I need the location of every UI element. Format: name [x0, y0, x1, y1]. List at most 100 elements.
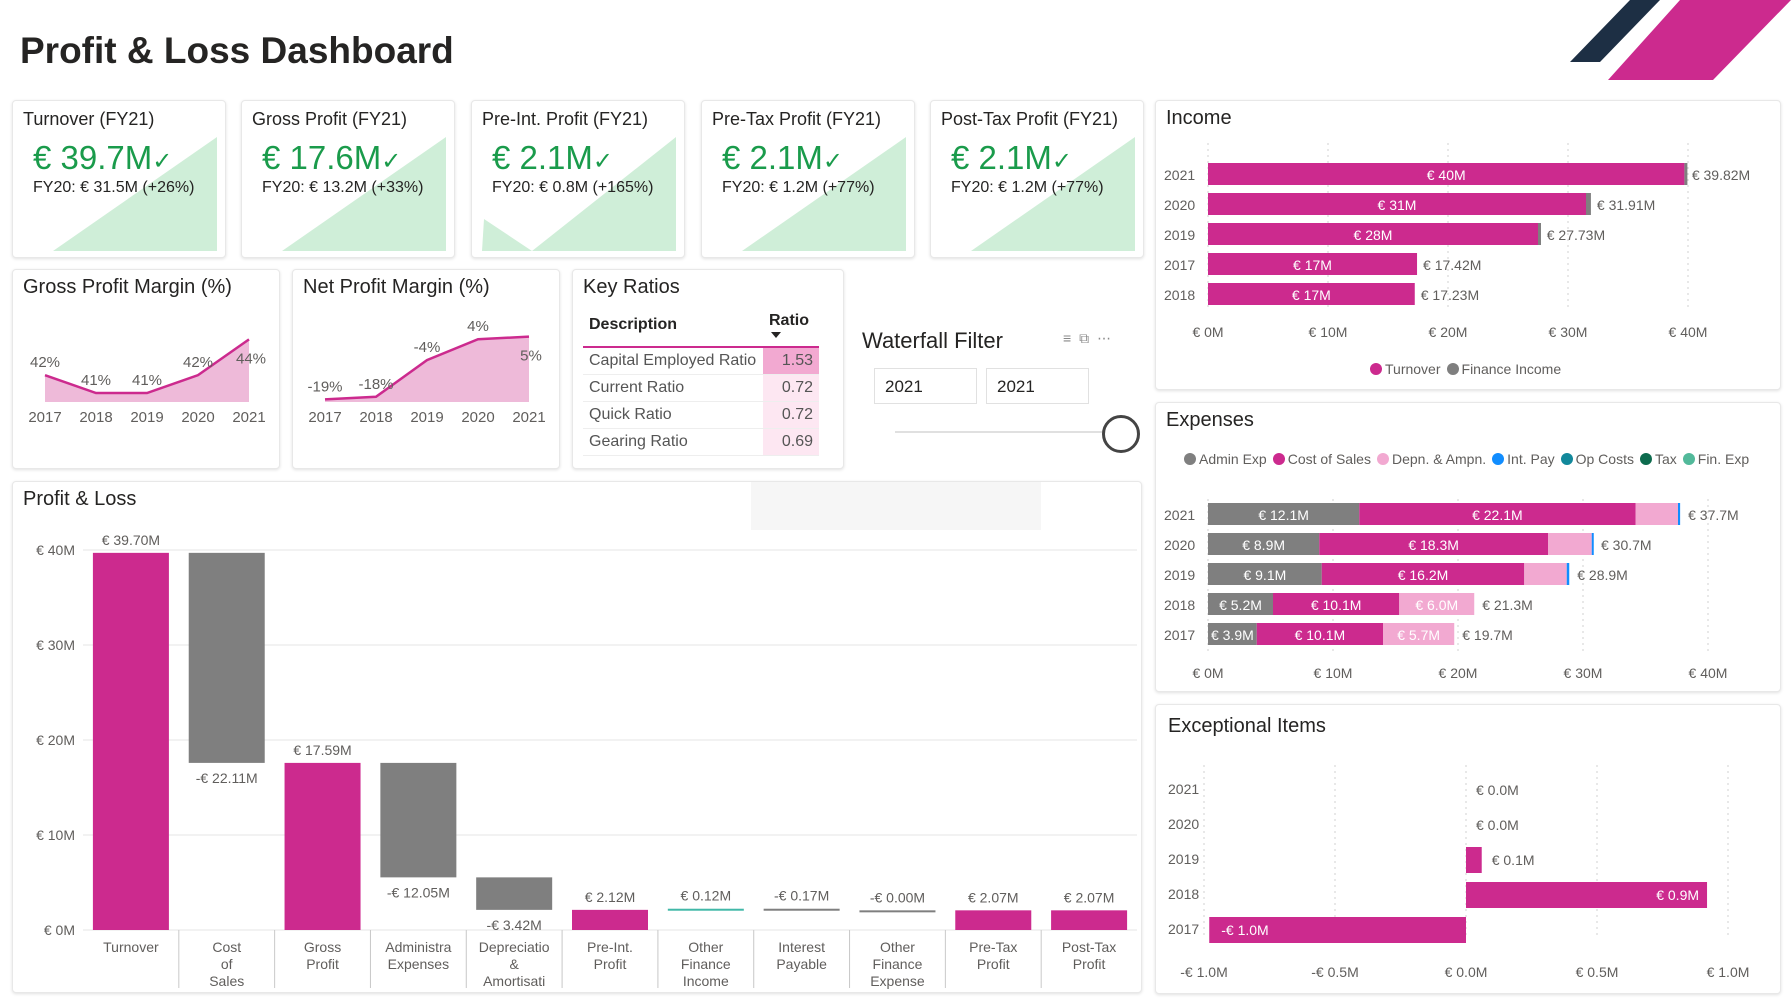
waterfall-bar[interactable]	[955, 910, 1032, 930]
expenses-card[interactable]: Expenses Admin Exp Cost of Sales Depn. & A…	[1155, 402, 1781, 692]
x-tick-label: € 0M	[1192, 665, 1223, 681]
expense-bar-label: € 9.1M	[1243, 567, 1286, 583]
checkmark-icon: ✓	[822, 148, 843, 175]
legend-label: Turnover	[1385, 361, 1441, 377]
waterfall-bar[interactable]	[572, 909, 648, 930]
exceptional-card[interactable]: Exceptional Items -€ 1.0M -€ 0.5M € 0.0M € …	[1155, 704, 1781, 994]
waterfall-bar[interactable]	[859, 910, 936, 913]
y-category-label: 2019	[1164, 227, 1195, 243]
kpi-card[interactable]: Pre-Tax Profit (FY21) € 2.1M✓ FY20: € 1.…	[701, 100, 915, 258]
col-ratio-header[interactable]: Ratio	[763, 308, 819, 348]
waterfall-from-input[interactable]: 2021	[874, 368, 977, 404]
x-category-label: Expense	[870, 973, 925, 989]
x-category-label: Amortisati	[483, 973, 545, 989]
exceptional-bar-label: -€ 1.0M	[1221, 922, 1268, 938]
ratio-row[interactable]: Quick Ratio 0.72	[583, 401, 819, 429]
margin-data-label: 5%	[520, 348, 542, 365]
income-bar-finance[interactable]	[1538, 223, 1541, 245]
waterfall-bar[interactable]	[476, 877, 553, 910]
profit-loss-card[interactable]: Profit & Loss € 0M € 10M € 20M € 30M € 40M € …	[12, 481, 1142, 993]
x-category-label: of	[221, 956, 233, 972]
net-margin-card[interactable]: Net Profit Margin (%) -19% 2017 -18% 2018 -4…	[292, 269, 560, 469]
income-card[interactable]: Income € 0M € 10M € 20M € 30M € 40M 2021 € 40M…	[1155, 100, 1781, 390]
income-total-label: € 39.82M	[1692, 167, 1750, 183]
x-category-label: Other	[688, 939, 723, 955]
kpi-card[interactable]: Post-Tax Profit (FY21) € 2.1M✓ FY20: € 1…	[930, 100, 1144, 258]
waterfall-bar[interactable]	[380, 762, 457, 878]
expense-bar-depreciation[interactable]	[1635, 503, 1679, 525]
waterfall-bar[interactable]	[1051, 910, 1128, 930]
col-description-header[interactable]: Description	[583, 308, 763, 348]
x-category-label: Post-Tax	[1062, 939, 1116, 955]
y-tick-label: € 0M	[44, 922, 75, 938]
expense-bar-label: € 10.1M	[1295, 627, 1346, 643]
expense-bar-label: € 22.1M	[1472, 507, 1523, 523]
x-tick-label: € 20M	[1429, 324, 1468, 340]
x-category-label: Finance	[873, 956, 923, 972]
y-category-label: 2019	[1168, 851, 1199, 867]
expense-bar-interest[interactable]	[1678, 503, 1681, 525]
more-options-icon[interactable]: ⋯	[1097, 330, 1119, 346]
waterfall-slider-track[interactable]	[895, 431, 1105, 433]
checkmark-icon: ✓	[381, 148, 402, 175]
y-category-label: 2020	[1164, 197, 1195, 213]
margin-data-label: 41%	[132, 372, 162, 389]
col-ratio-label: Ratio	[769, 312, 809, 329]
y-category-label: 2020	[1164, 537, 1195, 553]
expense-bar-depreciation[interactable]	[1548, 533, 1592, 555]
kpi-title: Post-Tax Profit (FY21)	[941, 109, 1119, 129]
income-bar-finance[interactable]	[1684, 163, 1688, 185]
income-legend: Turnover Finance Income	[1370, 361, 1567, 377]
expense-bar-interest[interactable]	[1591, 533, 1594, 555]
expense-total-label: € 21.3M	[1482, 597, 1533, 613]
y-tick-label: € 40M	[36, 542, 75, 558]
filter-icon[interactable]: ≡	[1063, 330, 1079, 346]
waterfall-data-label: € 2.12M	[585, 889, 636, 905]
waterfall-bar[interactable]	[284, 762, 361, 930]
ratio-row[interactable]: Gearing Ratio 0.69	[583, 428, 819, 456]
kpi-card[interactable]: Turnover (FY21) € 39.7M✓ FY20: € 31.5M (…	[12, 100, 226, 258]
legend-item[interactable]: Turnover	[1370, 361, 1441, 377]
waterfall-to-input[interactable]: 2021	[986, 368, 1089, 404]
expense-bar-label: € 3.9M	[1211, 627, 1254, 643]
x-category-label: Pre-Tax	[969, 939, 1017, 955]
key-ratios-card[interactable]: Key Ratios Description Ratio Capital Emp…	[572, 269, 844, 469]
gross-margin-card[interactable]: Gross Profit Margin (%) 42% 2017 41% 2018 41…	[12, 269, 280, 469]
y-category-label: 2021	[1164, 167, 1195, 183]
x-category-label: Expenses	[388, 956, 449, 972]
waterfall-bar[interactable]	[667, 908, 744, 911]
exceptional-bar[interactable]	[1466, 847, 1482, 873]
kpi-card[interactable]: Pre-Int. Profit (FY21) € 2.1M✓ FY20: € 0…	[471, 100, 685, 258]
kpi-value-text: € 2.1M	[951, 139, 1052, 176]
focus-mode-icon[interactable]: ⧉	[1079, 330, 1097, 346]
x-tick-label: € 20M	[1439, 665, 1478, 681]
expense-bar-label: € 18.3M	[1408, 537, 1459, 553]
income-total-label: € 27.73M	[1547, 227, 1605, 243]
expense-bar-interest[interactable]	[1566, 563, 1570, 585]
margin-x-tick-label: 2018	[79, 409, 112, 426]
ratio-value: 0.72	[763, 401, 819, 429]
expense-bar-depreciation[interactable]	[1524, 563, 1567, 585]
kpi-card[interactable]: Gross Profit (FY21) € 17.6M✓ FY20: € 13.…	[241, 100, 455, 258]
income-bar-chart: € 0M € 10M € 20M € 30M € 40M 2021 € 40M € 39.82…	[1164, 143, 1750, 340]
waterfall-data-label: -€ 0.00M	[870, 889, 925, 905]
header-decoration	[1570, 0, 1791, 80]
margin-data-label: 42%	[183, 354, 213, 371]
x-tick-label: € 1.0M	[1707, 964, 1750, 980]
waterfall-bar[interactable]	[92, 552, 169, 930]
ratio-row[interactable]: Current Ratio 0.72	[583, 374, 819, 402]
checkmark-icon: ✓	[1051, 148, 1072, 175]
waterfall-slider-handle[interactable]	[1102, 415, 1140, 453]
gross-margin-title: Gross Profit Margin (%)	[23, 276, 232, 298]
margin-data-label: 42%	[30, 354, 60, 371]
waterfall-bar[interactable]	[763, 908, 840, 911]
income-bar-finance[interactable]	[1586, 193, 1591, 215]
margin-x-tick-label: 2017	[28, 409, 61, 426]
waterfall-data-label: € 0.12M	[681, 888, 732, 904]
x-tick-label: € 0.5M	[1576, 964, 1619, 980]
income-total-label: € 31.91M	[1597, 197, 1655, 213]
legend-item[interactable]: Finance Income	[1446, 361, 1561, 377]
waterfall-data-label: € 2.07M	[968, 889, 1019, 905]
ratio-row[interactable]: Capital Employed Ratio 1.53	[583, 347, 819, 375]
waterfall-bar[interactable]	[188, 552, 265, 763]
